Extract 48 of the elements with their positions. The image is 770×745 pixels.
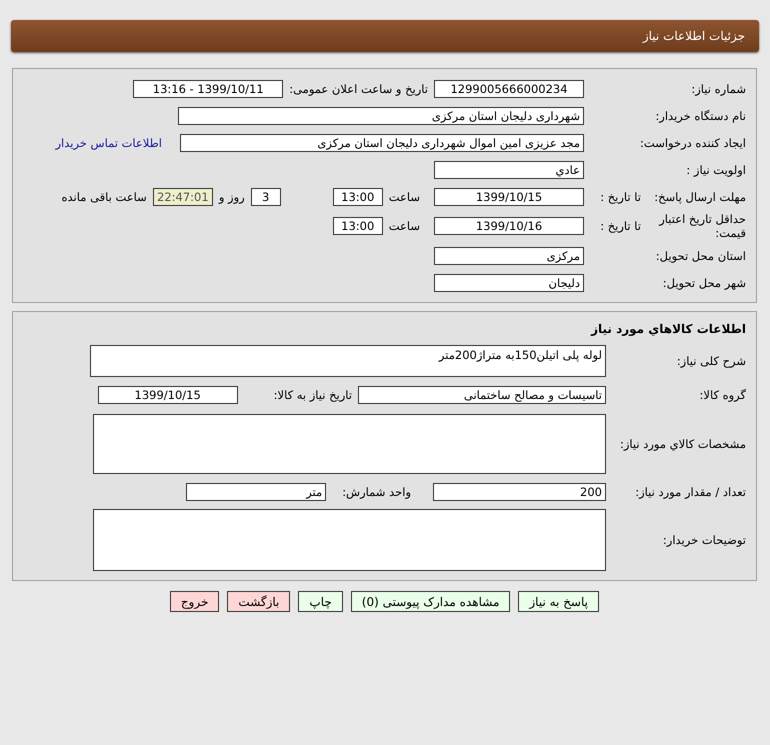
field-label: واحد شمارش: [342,485,411,499]
input-field[interactable]: شهرداری دلیجان استان مرکزی [178,106,584,124]
contact-link[interactable]: اطلاعات تماس خریدار [55,136,162,150]
field-label: تاریخ نیاز به کالا: [274,388,352,402]
input-field[interactable]: مجد عزیزی امین اموال شهرداری دلیجان استان مرکزی [180,134,584,152]
remaining-time-field[interactable]: 22:47:01 [152,188,213,206]
field-label: استان محل تحویل: [654,248,747,262]
field-label: ساعت باقی مانده [62,190,147,204]
field-label: حداقل تاریخ اعتبار قیمت: [658,212,746,240]
field-label: مهلت ارسال پاسخ: [653,190,746,204]
specs-box[interactable] [93,414,606,474]
field-label: تعداد / مقدار مورد نیاز: [634,485,747,499]
section-title: اطلاعات کالاهاي مورد نیاز [590,321,747,338]
date-field[interactable]: 1399/10/15 [98,386,238,404]
field-label: اولویت نیاز : [685,162,747,176]
field-label: تا تاریخ : [600,219,641,233]
field-label: توضیحات خریدار: [662,533,747,547]
form-button[interactable]: بازگشت [227,591,290,612]
field-label: ایجاد کننده درخواست: [639,136,747,150]
date-field[interactable]: 1399/10/15 [434,188,584,206]
input-field[interactable]: عادي [434,160,584,178]
input-field[interactable]: دلیجان [434,274,584,292]
page-header: جزئیات اطلاعات نیاز [11,20,759,52]
time-field[interactable]: 13:00 [332,188,383,206]
unit-field[interactable]: متر [186,483,326,501]
field-label: تا تاریخ : [600,190,641,204]
field-label: روز و [218,190,245,204]
input-field[interactable]: تاسیسات و مصالح ساختمانی [358,386,606,404]
quantity-field[interactable]: 200 [433,483,606,501]
field-label: تاریخ و ساعت اعلان عمومی: [289,82,428,96]
field-label: شرح کلی نیاز: [676,354,747,368]
input-field[interactable]: 1299005666000234 [434,80,584,98]
input-field[interactable]: 1399/10/11 - 13:16 [133,80,284,98]
field-label: شماره نیاز: [690,82,747,96]
form-button[interactable]: چاپ [298,591,343,612]
notes-box[interactable] [93,509,606,571]
field-label: گروه کالا: [698,388,747,402]
description-field[interactable]: لوله پلی اتیلن150به متراژ200متر [90,345,606,377]
form-button[interactable]: مشاهده مدارک پیوستی (0) [350,591,510,612]
date-field[interactable]: 1399/10/16 [434,217,584,235]
field-label: مشخصات کالاي مورد نیاز: [618,437,747,451]
field-label: نام دستگاه خریدار: [654,108,747,122]
form-button[interactable]: خروج [170,591,220,612]
field-label: شهر محل تحویل: [662,276,747,290]
time-field[interactable]: 13:00 [332,217,383,235]
days-field[interactable]: 3 [250,188,281,206]
form-button[interactable]: پاسخ به نیاز [518,591,599,612]
input-field[interactable]: مرکزی [434,246,584,264]
